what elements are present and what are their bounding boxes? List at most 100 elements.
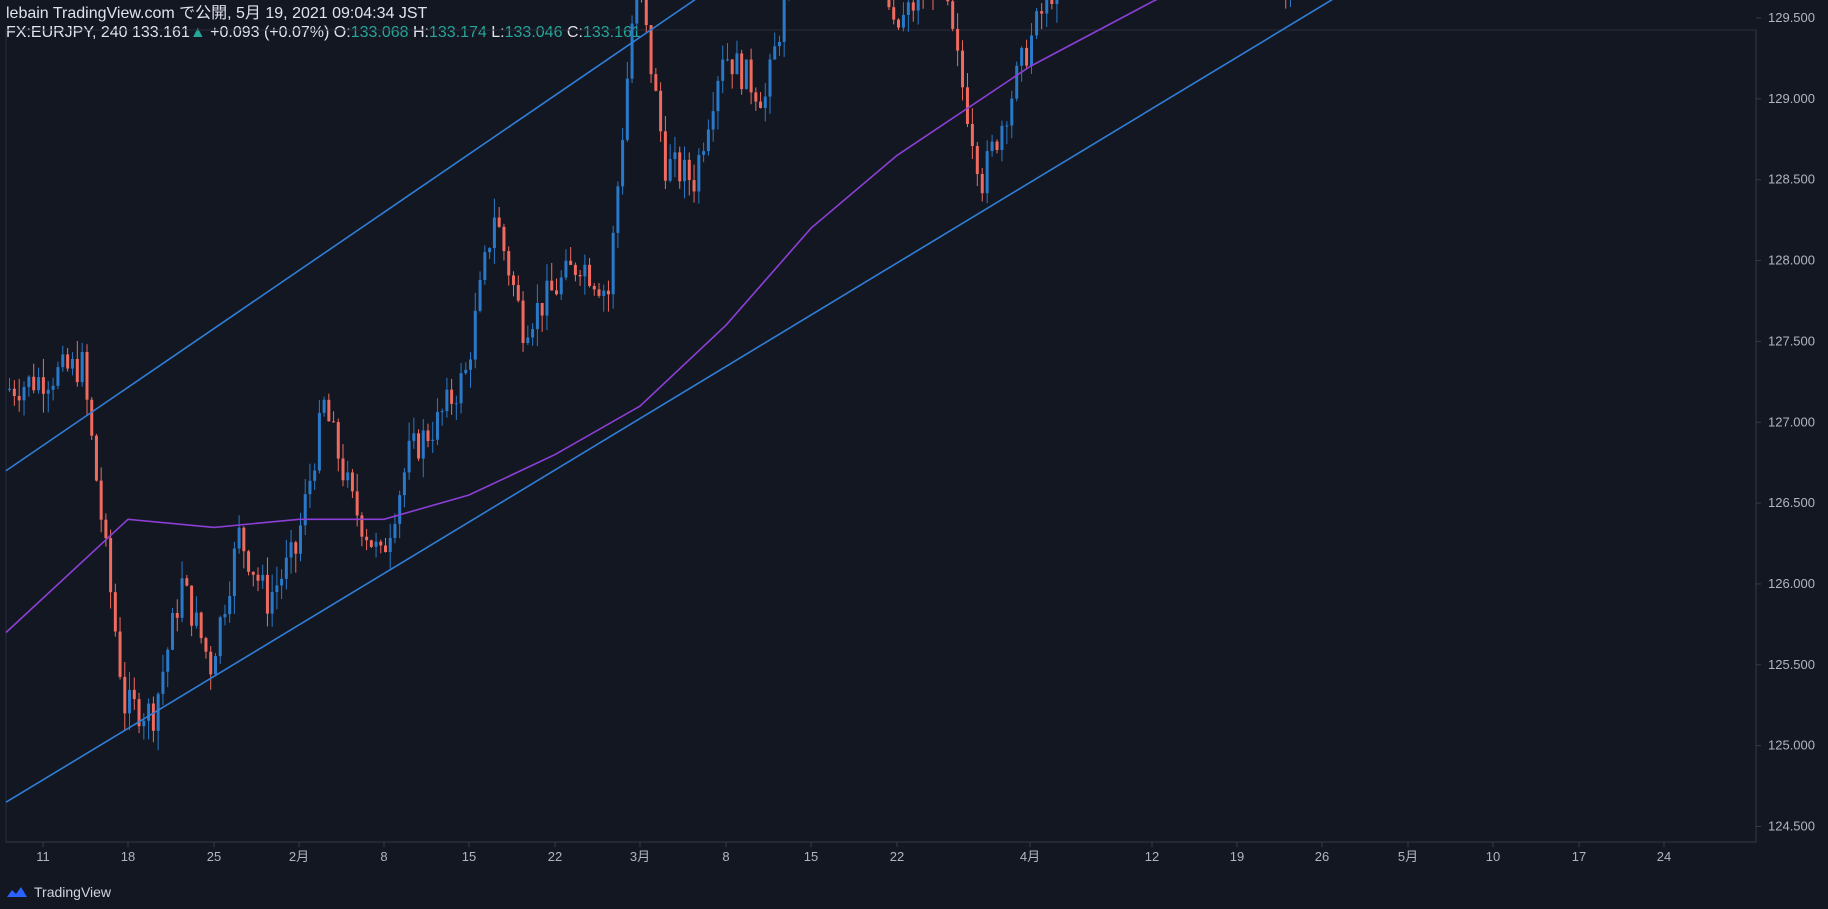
candle bbox=[922, 0, 924, 9]
candle bbox=[788, 0, 790, 1]
candle bbox=[85, 344, 89, 415]
candle bbox=[951, 0, 955, 32]
candle bbox=[901, 2, 905, 32]
candle bbox=[46, 381, 50, 413]
candle bbox=[113, 583, 117, 637]
candle bbox=[678, 146, 682, 189]
candle bbox=[702, 142, 706, 163]
candle bbox=[1289, 0, 1291, 7]
candle bbox=[1015, 61, 1019, 102]
candle bbox=[185, 574, 189, 587]
candle bbox=[214, 652, 217, 675]
candle bbox=[782, 0, 786, 57]
price-chart[interactable]: 124.500 125.000 125.500 126.000 126.500 127.0… bbox=[0, 0, 1828, 909]
candle bbox=[199, 611, 203, 644]
candle bbox=[289, 529, 293, 574]
candle bbox=[75, 341, 79, 387]
candle bbox=[109, 529, 113, 609]
candle bbox=[313, 463, 317, 490]
time-axis[interactable]: 11 18 25 2月 8 15 22 3月 8 15 22 4月 12 19 26 5月 10 17 24 bbox=[36, 842, 1671, 864]
price-tick-label: 127.500 bbox=[1768, 333, 1815, 348]
candle bbox=[735, 40, 739, 75]
candle bbox=[726, 43, 729, 62]
candle bbox=[768, 53, 772, 114]
candle bbox=[56, 361, 60, 390]
candle bbox=[341, 444, 345, 487]
candle bbox=[1040, 3, 1044, 30]
candle bbox=[916, 0, 920, 25]
price-tick-label: 126.500 bbox=[1768, 495, 1815, 510]
price-tick-label: 124.500 bbox=[1768, 819, 1815, 834]
candle bbox=[492, 198, 496, 264]
candle bbox=[497, 207, 501, 228]
candle bbox=[417, 429, 421, 462]
candle bbox=[156, 692, 160, 751]
candle bbox=[911, 0, 915, 22]
price-axis[interactable]: 124.500 125.000 125.500 126.000 126.500 127.0… bbox=[1756, 0, 1815, 834]
candle bbox=[573, 262, 577, 282]
candle bbox=[435, 398, 439, 446]
candle bbox=[12, 380, 16, 406]
candle bbox=[209, 645, 213, 690]
candle bbox=[644, 0, 648, 33]
candle bbox=[360, 512, 364, 547]
candle bbox=[171, 607, 174, 651]
candle bbox=[284, 539, 288, 590]
candle bbox=[625, 61, 629, 142]
candle bbox=[365, 528, 369, 551]
candle bbox=[1055, 0, 1059, 23]
candle bbox=[946, 0, 950, 6]
candlestick-series bbox=[8, 0, 1291, 751]
time-tick-label: 12 bbox=[1145, 849, 1159, 864]
candle bbox=[270, 574, 274, 627]
candle bbox=[569, 247, 573, 266]
candle bbox=[932, 0, 934, 11]
candle bbox=[151, 696, 155, 743]
price-tick-label: 129.000 bbox=[1768, 91, 1815, 106]
upper-channel-line[interactable] bbox=[5, 0, 1756, 472]
candle bbox=[440, 408, 444, 426]
candle bbox=[317, 400, 321, 474]
candle bbox=[521, 291, 525, 352]
candle bbox=[659, 82, 663, 142]
candle bbox=[641, 0, 642, 3]
candle bbox=[51, 377, 55, 401]
candle bbox=[336, 418, 340, 472]
candle bbox=[1045, 0, 1049, 28]
candle bbox=[777, 35, 781, 57]
candle bbox=[374, 532, 378, 558]
candle bbox=[308, 463, 312, 509]
price-tick-label: 127.000 bbox=[1768, 414, 1815, 429]
candle bbox=[692, 164, 696, 203]
candle bbox=[649, 25, 653, 83]
lower-channel-line[interactable] bbox=[5, 0, 1756, 803]
candle bbox=[654, 67, 658, 92]
candle bbox=[421, 419, 425, 478]
candle bbox=[754, 87, 758, 111]
candle bbox=[41, 358, 45, 413]
candle bbox=[526, 325, 530, 345]
candle bbox=[454, 395, 458, 420]
candle bbox=[412, 417, 416, 449]
candle bbox=[66, 348, 70, 372]
time-tick-label: 2月 bbox=[289, 849, 309, 864]
candle bbox=[1005, 121, 1009, 145]
channel-trendlines[interactable] bbox=[5, 0, 1756, 803]
candle bbox=[995, 139, 999, 154]
price-tick-label: 129.500 bbox=[1768, 10, 1815, 25]
candle bbox=[730, 59, 734, 89]
candle bbox=[897, 18, 900, 31]
candle bbox=[592, 283, 596, 296]
candle bbox=[469, 352, 472, 388]
candle bbox=[597, 283, 601, 298]
time-tick-label: 3月 bbox=[630, 849, 650, 864]
candle bbox=[190, 585, 194, 637]
candle bbox=[22, 381, 26, 416]
time-tick-label: 19 bbox=[1230, 849, 1244, 864]
time-tick-label: 24 bbox=[1657, 849, 1671, 864]
candle bbox=[749, 48, 753, 105]
candle bbox=[132, 677, 136, 710]
candle bbox=[970, 108, 974, 160]
candle bbox=[322, 396, 326, 417]
time-tick-label: 10 bbox=[1486, 849, 1500, 864]
